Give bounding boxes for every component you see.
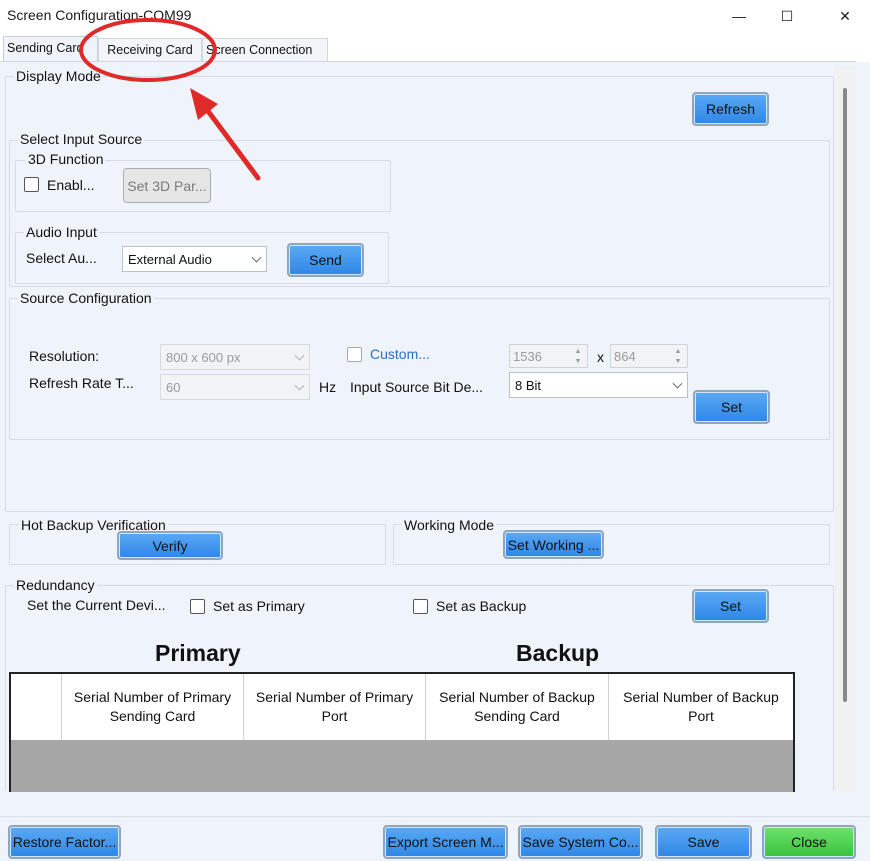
annotation-arrow-line (199, 100, 261, 181)
annotation-overlay (79, 18, 261, 181)
annotation-circle (79, 18, 217, 82)
